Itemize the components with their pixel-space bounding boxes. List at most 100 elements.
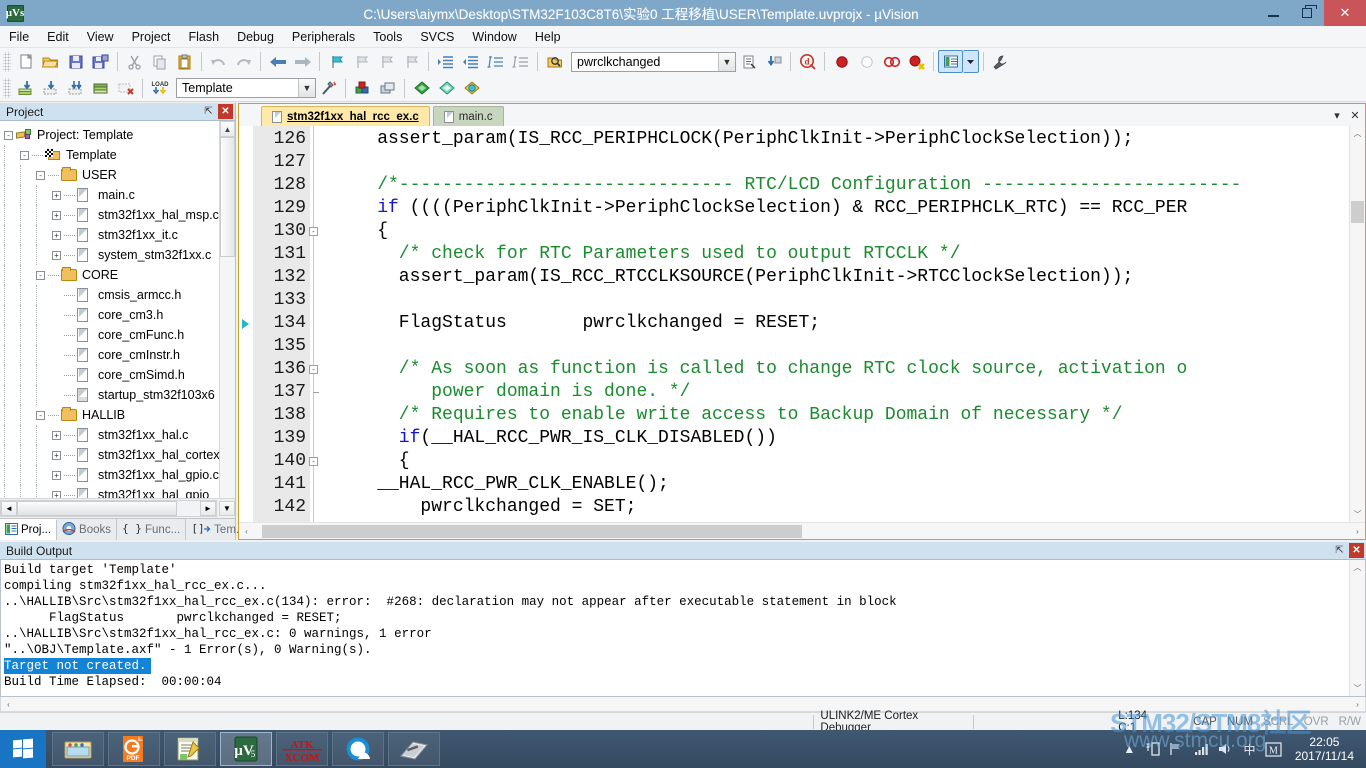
minimize-button[interactable] xyxy=(1256,0,1290,26)
tree-toggle-icon[interactable]: - xyxy=(20,150,29,160)
signal-bars-icon[interactable] xyxy=(1193,739,1210,759)
tree-toggle-icon[interactable]: - xyxy=(4,130,13,140)
chevron-down-icon[interactable]: ▾ xyxy=(1331,109,1343,122)
save-all-icon[interactable] xyxy=(88,50,113,73)
notepad-task[interactable] xyxy=(164,732,216,766)
scroll-down-icon[interactable]: ▼ xyxy=(219,501,235,516)
chevron-down-icon[interactable]: ▼ xyxy=(718,52,735,71)
target-selector-combo[interactable]: Template ▼ xyxy=(176,78,316,98)
editor-code-line[interactable]: { xyxy=(334,220,1349,243)
show-hidden-icons-arrow[interactable]: ▲ xyxy=(1121,739,1138,759)
redo-icon[interactable] xyxy=(231,50,256,73)
scroll-left-icon[interactable]: ‹ xyxy=(239,524,254,539)
editor-code-line[interactable]: power domain is done. */ xyxy=(334,381,1349,404)
menu-svcs[interactable]: SVCS xyxy=(411,28,463,46)
build-output-line[interactable]: ..\HALLIB\Src\stm32f1xx_hal_rcc_ex.c(134… xyxy=(4,594,1349,610)
build-output-line[interactable]: Build target 'Template' xyxy=(4,562,1349,578)
bookmark-toggle-icon[interactable] xyxy=(324,50,349,73)
hscroll-track[interactable] xyxy=(254,524,1350,538)
ime-chinese-icon[interactable]: 中 xyxy=(1241,739,1258,759)
scroll-thumb[interactable] xyxy=(220,137,235,257)
usb-device-icon[interactable] xyxy=(1145,739,1162,759)
menu-window[interactable]: Window xyxy=(463,28,525,46)
build-output-selected-line[interactable]: Target not created. xyxy=(4,658,151,674)
new-file-icon[interactable] xyxy=(13,50,38,73)
build-output-text[interactable]: Build target 'Template' compiling stm32f1… xyxy=(1,560,1349,696)
project-tree-item[interactable]: - HALLIB xyxy=(4,405,219,425)
scroll-right-icon[interactable]: › xyxy=(1350,524,1365,539)
project-tree-item[interactable]: core_cmInstr.h xyxy=(4,345,219,365)
configuration-wizard-icon[interactable] xyxy=(459,77,484,100)
editor-code-line[interactable]: assert_param(IS_RCC_RTCCLKSOURCE(PeriphC… xyxy=(334,266,1349,289)
insert-file-icon[interactable] xyxy=(736,50,761,73)
tree-toggle-icon[interactable]: + xyxy=(52,470,61,480)
outdent-icon[interactable] xyxy=(458,50,483,73)
close-icon[interactable]: ✕ xyxy=(1349,543,1364,558)
editor-tab-stm32f1xx_hal_rcc_ex-c[interactable]: stm32f1xx_hal_rcc_ex.c xyxy=(261,106,430,126)
project-tree-item[interactable]: + stm32f1xx_hal_gpio_ xyxy=(4,485,219,498)
start-button[interactable] xyxy=(0,730,46,768)
project-tree-item[interactable]: + stm32f1xx_hal_gpio.c xyxy=(4,465,219,485)
build-output-line[interactable]: compiling stm32f1xx_hal_rcc_ex.c... xyxy=(4,578,1349,594)
editor-vertical-scrollbar[interactable]: ︿ ﹀ xyxy=(1349,126,1365,522)
navigate-forward-icon[interactable] xyxy=(290,50,315,73)
editor-tab-main-c[interactable]: main.c xyxy=(432,106,504,126)
menu-file[interactable]: File xyxy=(0,28,38,46)
rebuild-icon[interactable] xyxy=(38,77,63,100)
project-tree-item[interactable]: + stm32f1xx_hal.c xyxy=(4,425,219,445)
fold-toggle-icon[interactable]: - xyxy=(309,358,326,381)
scroll-up-icon[interactable]: ︿ xyxy=(1350,126,1365,141)
ime-m-icon[interactable]: M xyxy=(1265,739,1282,759)
find-in-files-icon[interactable] xyxy=(542,50,567,73)
scroll-down-icon[interactable]: ﹀ xyxy=(1350,681,1365,696)
menu-edit[interactable]: Edit xyxy=(38,28,78,46)
indent-icon[interactable] xyxy=(433,50,458,73)
project-tree-item[interactable]: + main.c xyxy=(4,185,219,205)
scroll-up-icon[interactable]: ︿ xyxy=(1350,560,1365,575)
comment-icon[interactable] xyxy=(483,50,508,73)
keil-uvision-task[interactable]: µV 5 xyxy=(220,732,272,766)
navigate-back-icon[interactable] xyxy=(265,50,290,73)
copy-icon[interactable] xyxy=(147,50,172,73)
breakpoint-icon[interactable] xyxy=(829,50,854,73)
menu-flash[interactable]: Flash xyxy=(179,28,228,46)
editor-code-line[interactable]: __HAL_RCC_PWR_CLK_ENABLE(); xyxy=(334,473,1349,496)
editor-code-line[interactable] xyxy=(334,335,1349,358)
close-icon[interactable]: ✕ xyxy=(1349,109,1361,122)
project-tree-item[interactable]: core_cmFunc.h xyxy=(4,325,219,345)
project-tree-item[interactable]: - USER xyxy=(4,165,219,185)
editor-code-line[interactable]: if(__HAL_RCC_PWR_IS_CLK_DISABLED()) xyxy=(334,427,1349,450)
editor-code-line[interactable] xyxy=(334,289,1349,312)
tree-toggle-icon[interactable]: + xyxy=(52,430,61,440)
build-output-line[interactable]: Build Time Elapsed: 00:00:04 xyxy=(4,674,1349,690)
project-tree-vertical-scrollbar[interactable]: ▲ xyxy=(219,121,235,498)
bookmark-clear-icon[interactable] xyxy=(399,50,424,73)
editor-code-line[interactable]: assert_param(IS_RCC_PERIPHCLOCK(PeriphCl… xyxy=(334,128,1349,151)
cut-icon[interactable] xyxy=(122,50,147,73)
paste-icon[interactable] xyxy=(172,50,197,73)
window-layout-dropdown-icon[interactable] xyxy=(963,50,979,73)
project-tree-item[interactable]: + stm32f1xx_it.c xyxy=(4,225,219,245)
editor-code-line[interactable]: pwrclkchanged = SET; xyxy=(334,496,1349,519)
pack-manage-icon[interactable] xyxy=(434,77,459,100)
manage-multi-project-icon[interactable] xyxy=(375,77,400,100)
build-output-line[interactable]: ..\HALLIB\Src\stm32f1xx_hal_rcc_ex.c: 0 … xyxy=(4,626,1349,642)
toolbar-grip[interactable] xyxy=(3,51,11,72)
chevron-down-icon[interactable]: ▼ xyxy=(298,79,315,97)
scroll-up-icon[interactable]: ▲ xyxy=(220,121,235,137)
project-tree-item[interactable]: cmsis_armcc.h xyxy=(4,285,219,305)
editor-code-line[interactable]: /* As soon as function is called to chan… xyxy=(334,358,1349,381)
editor-fold-column[interactable]: - - - xyxy=(309,126,326,522)
editor-code-line[interactable]: /*------------------------------- RTC/LC… xyxy=(334,174,1349,197)
editor-code-line[interactable]: FlagStatus pwrclkchanged = RESET; xyxy=(334,312,1349,335)
project-panel-tab-func[interactable]: { } Func... xyxy=(117,519,187,540)
disable-all-breakpoints-icon[interactable] xyxy=(879,50,904,73)
tree-toggle-icon[interactable]: + xyxy=(52,230,61,240)
editor-code-line[interactable]: /* Requires to enable write access to Ba… xyxy=(334,404,1349,427)
tree-toggle-icon[interactable]: + xyxy=(52,190,61,200)
editor-horizontal-scrollbar[interactable]: ‹ › xyxy=(239,522,1365,539)
build-output-line[interactable]: "..\OBJ\Template.axf" - 1 Error(s), 0 Wa… xyxy=(4,642,1349,658)
dictionary-task[interactable] xyxy=(388,732,440,766)
scroll-left-icon[interactable]: ‹ xyxy=(1,697,16,712)
editor-code-area[interactable]: assert_param(IS_RCC_PERIPHCLOCK(PeriphCl… xyxy=(326,126,1349,522)
